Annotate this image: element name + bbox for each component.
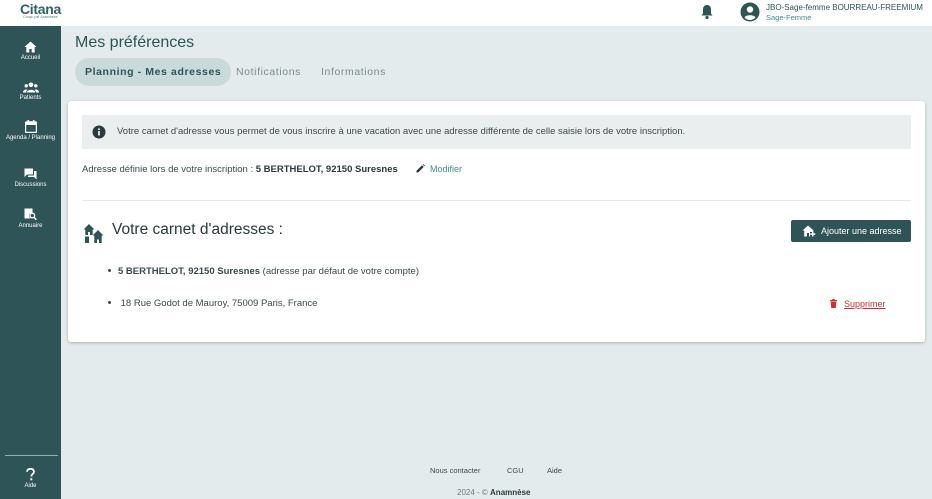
list-item: 18 Rue Godot de Mauroy, 75009 Paris, Fra… (108, 298, 317, 309)
divider (82, 200, 911, 201)
delete-address-button[interactable]: Supprimer (830, 299, 886, 309)
sidebar-item-agenda[interactable]: Agenda / Planning (0, 120, 61, 142)
info-banner: Votre carnet d'adresse vous permet de vo… (82, 115, 911, 149)
sidebar-item-accueil[interactable]: Accueil (0, 41, 61, 62)
info-text: Votre carnet d'adresse vous permet de vo… (117, 126, 686, 137)
help-icon (26, 468, 35, 481)
modify-address-button[interactable]: Modifier (416, 164, 462, 174)
address-text: 18 Rue Godot de Mauroy, 75009 Paris, Fra… (120, 298, 318, 309)
registered-address-value: 5 BERTHELOT, 92150 Suresnes (255, 164, 398, 175)
chat-icon (24, 168, 37, 180)
sidebar-item-label: Agenda / Planning (5, 135, 56, 141)
page-title: Mes préférences (75, 34, 195, 51)
add-address-label: Ajouter une adresse (821, 226, 902, 236)
user-role: Sage-Femme (766, 13, 812, 22)
add-home-icon (802, 225, 816, 237)
sidebar-item-label: Accueil (20, 55, 41, 61)
houses-icon (83, 224, 104, 243)
footer-help-link[interactable]: Aide (547, 466, 562, 475)
calendar-icon (24, 120, 37, 133)
tab-notifications[interactable]: Notifications (236, 58, 301, 86)
sidebar: Accueil Patients Agenda / Planning Discu… (0, 26, 61, 499)
sidebar-divider (5, 455, 58, 456)
sidebar-item-aide[interactable]: Aide (0, 468, 61, 490)
avatar-icon[interactable] (740, 2, 760, 22)
footer-contact-link[interactable]: Nous contacter (430, 466, 480, 475)
sidebar-item-discussions[interactable]: Discussions (0, 168, 61, 189)
list-item: 5 BERTHELOT, 92150 Suresnes (adresse par… (108, 266, 419, 277)
copyright: 2024 - © Anamnèse (457, 488, 531, 497)
sidebar-item-label: Aide (24, 483, 37, 489)
addresses-card: Votre carnet d'adresse vous permet de vo… (68, 101, 925, 342)
sidebar-item-label: Discussions (14, 182, 47, 188)
address-note: (adresse par défaut de votre compte) (260, 266, 419, 277)
copyright-brand[interactable]: Anamnèse (490, 488, 530, 497)
footer-cgu-link[interactable]: CGU (507, 466, 524, 475)
registered-address-label: Adresse définie lors de votre inscriptio… (82, 164, 256, 175)
bell-icon[interactable] (700, 4, 714, 20)
address-text: 5 BERTHELOT, 92150 Suresnes (118, 266, 261, 277)
copyright-prefix: 2024 - © (457, 488, 491, 497)
logo-tagline: Conçu par Anamnèse (23, 15, 58, 19)
trash-icon (830, 299, 837, 308)
tab-planning-adresses[interactable]: Planning - Mes adresses (75, 58, 232, 86)
user-name[interactable]: JBO-Sage-femme BOURREAU-FREEMIUM (766, 3, 923, 12)
logo[interactable]: Citana Conçu par Anamnèse (0, 0, 61, 26)
add-address-button[interactable]: Ajouter une adresse (791, 220, 911, 242)
address-book-title: Votre carnet d'adresses : (112, 221, 283, 238)
sidebar-item-label: Annuaire (18, 223, 43, 229)
registered-address: Adresse définie lors de votre inscriptio… (82, 164, 398, 175)
bullet (108, 269, 111, 272)
bullet (108, 301, 111, 304)
delete-label: Supprimer (844, 299, 886, 309)
people-icon (22, 82, 39, 93)
sidebar-item-label: Patients (19, 95, 42, 101)
sidebar-item-annuaire[interactable]: Annuaire (0, 208, 61, 230)
top-bar: Citana Conçu par Anamnèse JBO-Sage-femme… (0, 0, 932, 26)
info-icon (92, 125, 106, 139)
directory-icon (24, 208, 37, 221)
tab-informations[interactable]: Informations (321, 58, 386, 86)
sidebar-item-patients[interactable]: Patients (0, 82, 61, 102)
pencil-icon (416, 164, 425, 173)
home-icon (24, 41, 37, 53)
modify-label: Modifier (430, 164, 463, 174)
